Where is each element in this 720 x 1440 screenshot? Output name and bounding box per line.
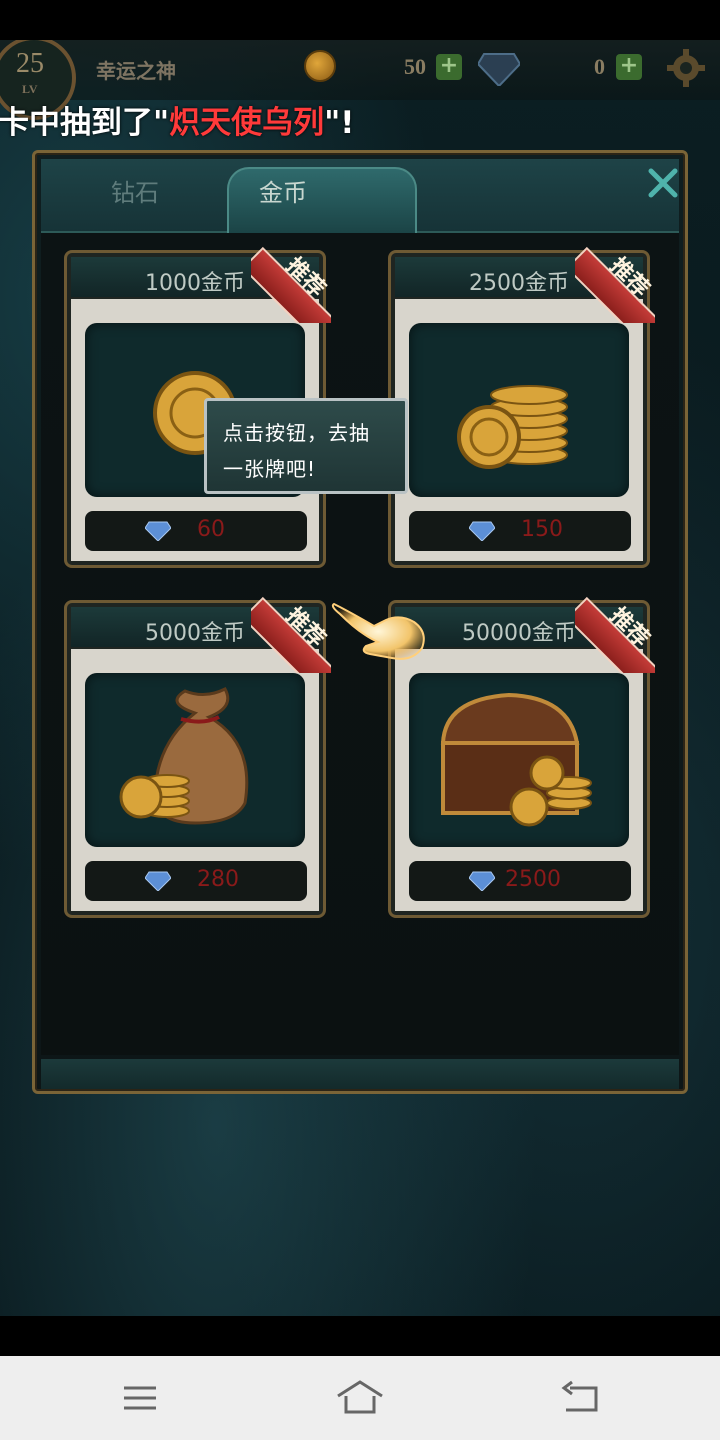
treasure-chest-image: [409, 673, 629, 847]
status-bar: [0, 0, 720, 40]
pointing-hand-icon: [331, 602, 425, 660]
price-button[interactable]: 60: [85, 511, 307, 551]
tab-gold-background: [227, 167, 417, 233]
dialog-footer: [41, 1059, 679, 1089]
notice-card-name: 炽天使乌列: [169, 105, 325, 141]
level-label: LV: [22, 82, 38, 96]
coin-bag-icon: [119, 687, 249, 825]
close-icon[interactable]: [645, 165, 681, 201]
price-button[interactable]: 280: [85, 861, 307, 901]
notice-prefix: 卡中抽到了": [0, 105, 170, 141]
gold-amount: 50: [404, 54, 426, 79]
game-bottom-bar: [0, 1316, 720, 1356]
gem-icon: [478, 53, 520, 86]
level-number: 25: [16, 48, 44, 79]
price-value: 280: [197, 867, 239, 892]
gem-icon: [469, 871, 495, 891]
price-value: 60: [197, 517, 225, 542]
product-card-2500[interactable]: 2500金币 150: [388, 246, 655, 568]
home-icon[interactable]: [336, 1378, 384, 1418]
treasure-chest-icon: [440, 692, 592, 827]
top-hud: 25 LV 幸运之神 50 + 0 +: [0, 40, 720, 120]
coin-icon: [304, 50, 336, 82]
price-value: 2500: [505, 867, 561, 892]
gem-icon: [145, 521, 171, 541]
back-icon[interactable]: [560, 1378, 600, 1418]
tooltip-line-1: 点击按钮，去抽: [223, 421, 370, 445]
tooltip-line-2: 一张牌吧!: [223, 457, 317, 481]
price-value: 150: [521, 517, 563, 542]
product-card-5000[interactable]: 5000金币 280: [64, 596, 331, 918]
system-nav-bar: [0, 1356, 720, 1440]
tab-diamond[interactable]: 钻石: [111, 173, 159, 208]
gear-icon[interactable]: [666, 48, 706, 88]
tooltip-text: 点击按钮，去抽 一张牌吧!: [223, 415, 399, 487]
game-screen: 25 LV 幸运之神 50 + 0 + 卡中抽到了"炽天使乌列"! 钻石 金币: [0, 40, 720, 1316]
gem-icon: [469, 521, 495, 541]
player-name: 幸运之神: [96, 59, 176, 83]
add-gem-button[interactable]: +: [616, 54, 642, 80]
coin-stack-image: [409, 323, 629, 497]
price-button[interactable]: 2500: [409, 861, 631, 901]
gem-amount: 0: [594, 54, 605, 79]
coin-bag-image: [85, 673, 305, 847]
tab-strip: 钻石 金币: [41, 159, 679, 233]
price-button[interactable]: 150: [409, 511, 631, 551]
gem-icon: [145, 871, 171, 891]
add-gold-button[interactable]: +: [436, 54, 462, 80]
coin-stack-icon: [457, 385, 568, 469]
tutorial-tooltip: 点击按钮，去抽 一张牌吧!: [204, 398, 408, 494]
notice-suffix: "!: [324, 105, 355, 141]
tab-gold[interactable]: 金币: [259, 173, 307, 208]
menu-icon[interactable]: [120, 1378, 160, 1418]
draw-notice: 卡中抽到了"炽天使乌列"!: [0, 97, 354, 142]
